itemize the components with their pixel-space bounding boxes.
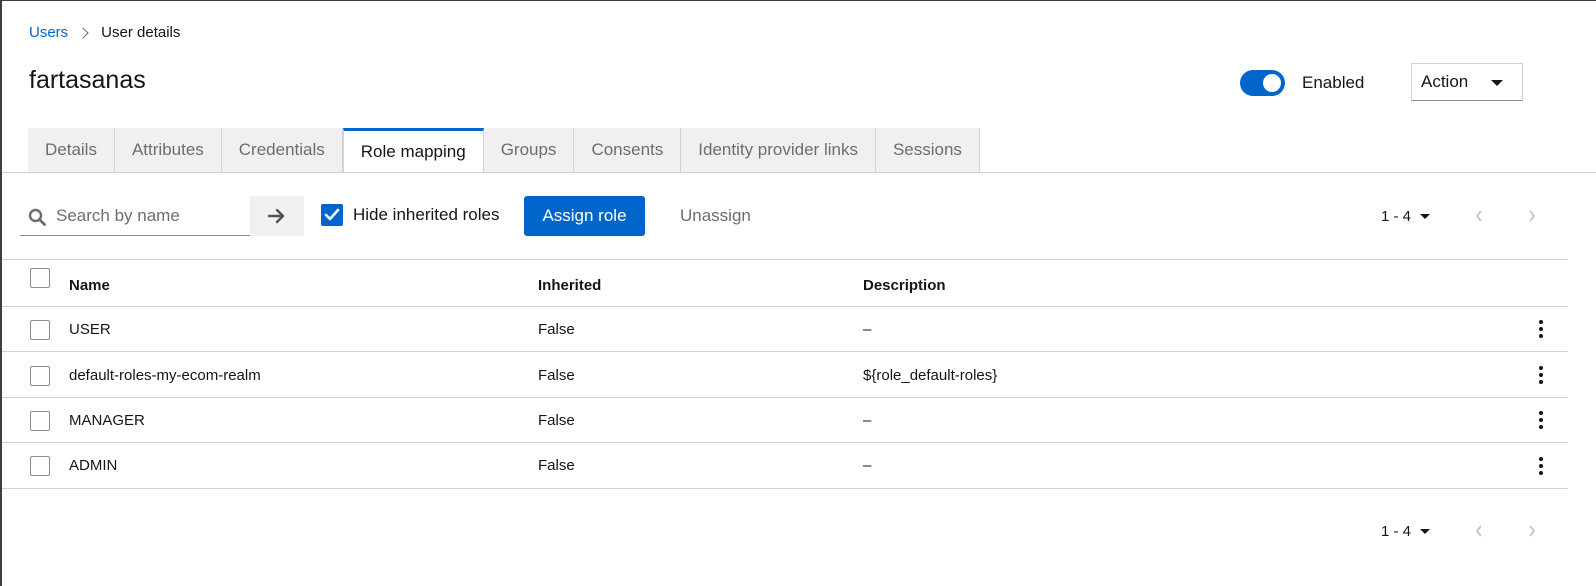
role-name: default-roles-my-ecom-realm: [69, 367, 261, 384]
role-description: –: [863, 321, 872, 338]
caret-down-icon: [1420, 213, 1431, 219]
tab-credentials[interactable]: Credentials: [221, 128, 343, 172]
tab-label: Details: [45, 140, 97, 159]
table-bottom-border: [2, 488, 1568, 489]
search-input[interactable]: [54, 196, 248, 236]
search-icon: [28, 208, 46, 226]
tab-bar: Details Attributes Credentials Role mapp…: [28, 128, 980, 172]
window-left-edge: [0, 0, 2, 586]
tab-label: Groups: [500, 140, 557, 159]
role-description: ${role_default-roles}: [863, 367, 998, 384]
role-name: MANAGER: [69, 412, 145, 429]
tab-label: Credentials: [238, 140, 325, 159]
arrow-right-icon: [268, 208, 285, 224]
row-checkbox[interactable]: [30, 366, 50, 386]
angle-right-icon: [1529, 525, 1536, 537]
angle-left-icon: [1475, 210, 1482, 222]
tab-consents[interactable]: Consents: [574, 128, 682, 172]
tab-attributes[interactable]: Attributes: [114, 128, 222, 172]
role-inherited: False: [538, 367, 575, 384]
pagination-range: 1 - 4: [1381, 207, 1412, 225]
action-label: Action: [1421, 72, 1469, 91]
window-top-edge: [0, 0, 1596, 1]
tabs-divider: [2, 172, 1596, 173]
tab-label: Sessions: [892, 140, 962, 159]
row-checkbox[interactable]: [30, 456, 50, 476]
tab-identity-provider-links[interactable]: Identity provider links: [681, 128, 876, 172]
tab-details[interactable]: Details: [28, 128, 115, 172]
role-description: –: [863, 457, 872, 474]
column-header-inherited: Inherited: [538, 277, 602, 294]
caret-down-icon: [1491, 80, 1503, 86]
search-box: [20, 196, 250, 236]
previous-page-button[interactable]: [1471, 208, 1487, 224]
pagination-range-toggle[interactable]: 1 - 4: [1381, 207, 1431, 225]
page-title: fartasanas: [29, 66, 146, 94]
tab-groups[interactable]: Groups: [483, 128, 575, 172]
row-divider: [2, 351, 1568, 352]
tab-sessions[interactable]: Sessions: [875, 128, 980, 172]
breadcrumb: Users User details: [29, 24, 180, 41]
enabled-label: Enabled: [1302, 73, 1365, 92]
role-description: –: [863, 412, 872, 429]
tab-label: Consents: [591, 140, 664, 159]
tab-label: Role mapping: [360, 141, 466, 161]
angle-left-icon: [1475, 525, 1482, 537]
action-dropdown[interactable]: Action: [1411, 63, 1523, 101]
hide-inherited-toggle[interactable]: Hide inherited roles: [321, 204, 499, 226]
hide-inherited-checkbox[interactable]: [321, 204, 343, 226]
unassign-button[interactable]: Unassign: [668, 196, 763, 236]
role-name: ADMIN: [69, 457, 118, 474]
hide-inherited-label: Hide inherited roles: [353, 205, 500, 224]
previous-page-button[interactable]: [1471, 523, 1487, 539]
kebab-icon[interactable]: [1532, 409, 1550, 431]
role-name: USER: [69, 321, 111, 338]
role-inherited: False: [538, 412, 575, 429]
checkmark-icon: [324, 208, 340, 221]
tab-role-mapping[interactable]: Role mapping: [342, 128, 484, 172]
breadcrumb-users-link[interactable]: Users: [29, 24, 68, 41]
chevron-right-icon: [77, 26, 89, 39]
role-inherited: False: [538, 321, 575, 338]
caret-down-icon: [1420, 528, 1431, 534]
next-page-button[interactable]: [1524, 208, 1540, 224]
tab-label: Attributes: [131, 140, 204, 159]
kebab-icon[interactable]: [1532, 318, 1550, 340]
role-inherited: False: [538, 457, 575, 474]
breadcrumb-current: User details: [101, 24, 181, 41]
column-header-description: Description: [863, 277, 946, 294]
table-header-border: [2, 306, 1568, 307]
search-submit-button[interactable]: [250, 196, 304, 236]
kebab-icon[interactable]: [1532, 364, 1550, 386]
angle-right-icon: [1529, 210, 1536, 222]
column-header-name[interactable]: Name: [69, 277, 110, 294]
pagination-range: 1 - 4: [1381, 522, 1412, 540]
tab-label: Identity provider links: [698, 140, 858, 159]
next-page-button[interactable]: [1524, 523, 1540, 539]
pagination-top: 1 - 4: [1381, 201, 1431, 231]
row-divider: [2, 442, 1568, 443]
kebab-icon[interactable]: [1532, 455, 1550, 477]
row-checkbox[interactable]: [30, 320, 50, 340]
pagination-bottom: 1 - 4: [1381, 516, 1431, 546]
toggle-knob: [1263, 74, 1281, 92]
row-divider: [2, 397, 1568, 398]
assign-role-button[interactable]: Assign role: [524, 196, 645, 236]
table-top-border: [2, 259, 1568, 260]
pagination-range-toggle[interactable]: 1 - 4: [1381, 522, 1431, 540]
enabled-toggle[interactable]: [1240, 70, 1285, 96]
row-checkbox[interactable]: [30, 411, 50, 431]
select-all-checkbox[interactable]: [30, 268, 50, 288]
